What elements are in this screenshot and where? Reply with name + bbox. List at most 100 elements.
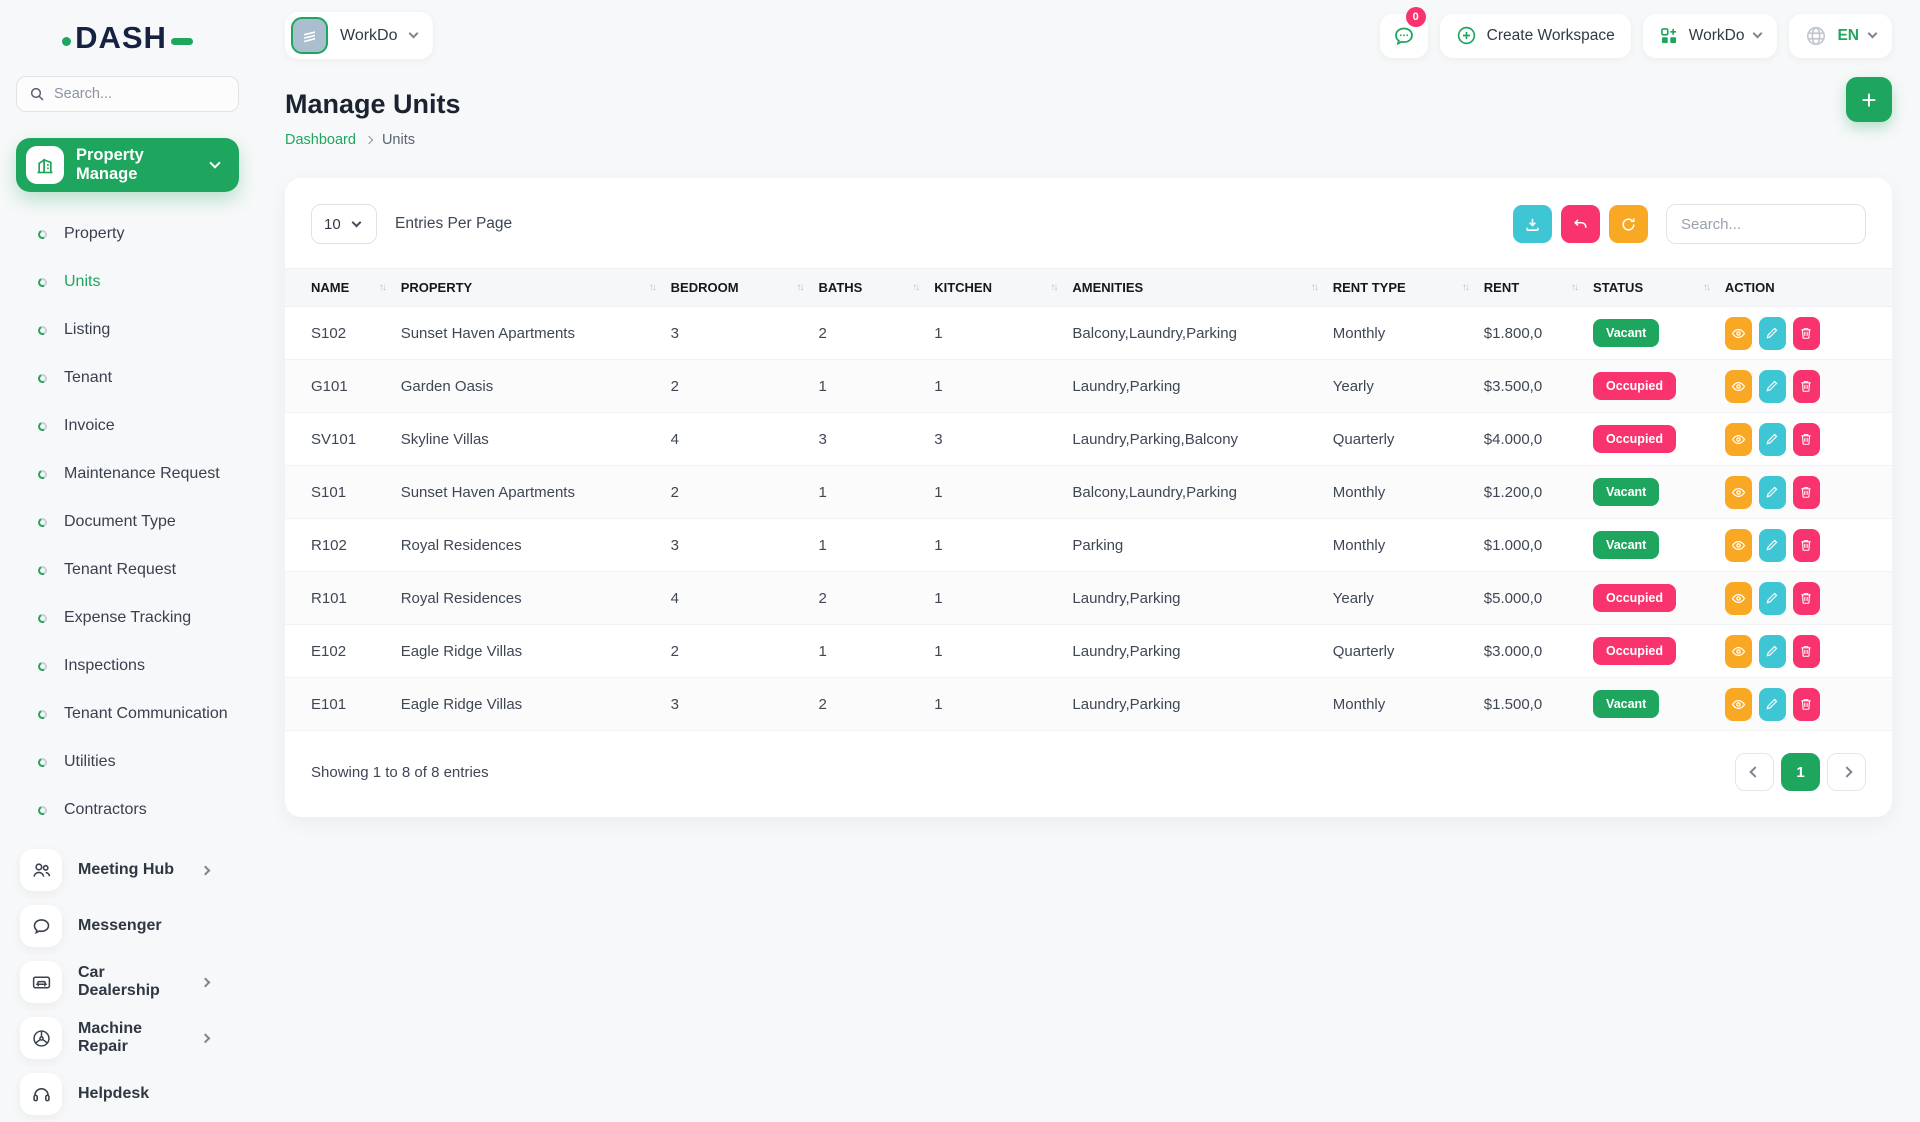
pagination-page-1-button[interactable]: 1	[1781, 753, 1820, 791]
edit-button[interactable]	[1759, 423, 1786, 456]
sidebar-module-helpdesk[interactable]: Helpdesk	[16, 1066, 239, 1122]
add-unit-button[interactable]: +	[1846, 77, 1892, 122]
delete-button[interactable]	[1793, 317, 1820, 350]
delete-button[interactable]	[1793, 370, 1820, 403]
trash-icon	[1799, 485, 1813, 499]
language-selector[interactable]: EN	[1789, 14, 1892, 58]
workspace-avatar	[291, 17, 328, 54]
delete-button[interactable]	[1793, 635, 1820, 668]
edit-button[interactable]	[1759, 370, 1786, 403]
cell-kitchen: 1	[934, 625, 1072, 678]
column-label: PROPERTY	[401, 280, 473, 295]
create-workspace-button[interactable]: Create Workspace	[1440, 14, 1631, 58]
cell-baths: 1	[819, 519, 935, 572]
sidebar-item-tenant[interactable]: Tenant	[16, 354, 239, 402]
messages-button[interactable]: 0	[1380, 14, 1428, 58]
column-header-rent[interactable]: RENT↑↓	[1484, 269, 1593, 307]
sort-icon[interactable]: ↑↓	[1571, 282, 1577, 293]
edit-button[interactable]	[1759, 635, 1786, 668]
cell-bedroom: 3	[671, 307, 819, 360]
status-badge: Vacant	[1593, 690, 1659, 718]
pagination-next-button[interactable]	[1827, 753, 1866, 791]
view-button[interactable]	[1725, 582, 1752, 615]
sidebar-item-contractors[interactable]: Contractors	[16, 786, 239, 834]
view-button[interactable]	[1725, 635, 1752, 668]
sidebar-module-property-manage[interactable]: Property Manage	[16, 138, 239, 192]
sort-icon[interactable]: ↑↓	[1703, 282, 1709, 293]
sidebar-item-maintenance-request[interactable]: Maintenance Request	[16, 450, 239, 498]
delete-button[interactable]	[1793, 423, 1820, 456]
workdo-app-menu[interactable]: WorkDo	[1643, 14, 1778, 58]
column-label: RENT TYPE	[1333, 280, 1406, 295]
sidebar-item-utilities[interactable]: Utilities	[16, 738, 239, 786]
view-button[interactable]	[1725, 317, 1752, 350]
status-badge: Occupied	[1593, 637, 1676, 665]
view-button[interactable]	[1725, 476, 1752, 509]
sidebar-module-meeting-hub[interactable]: Meeting Hub	[16, 842, 239, 898]
cell-action	[1725, 307, 1892, 360]
column-label: KITCHEN	[934, 280, 992, 295]
delete-button[interactable]	[1793, 529, 1820, 562]
sidebar-module-label: Property Manage	[76, 146, 199, 184]
sort-icon[interactable]: ↑↓	[379, 282, 385, 293]
sidebar-search-input[interactable]	[54, 86, 226, 102]
breadcrumb-dashboard-link[interactable]: Dashboard	[285, 132, 356, 148]
sidebar-module-car-dealership[interactable]: Car Dealership	[16, 954, 239, 1010]
sort-icon[interactable]: ↑↓	[649, 282, 655, 293]
eye-icon	[1731, 432, 1746, 447]
sort-icon[interactable]: ↑↓	[1462, 282, 1468, 293]
undo-button[interactable]	[1561, 205, 1600, 243]
sidebar-item-invoice[interactable]: Invoice	[16, 402, 239, 450]
column-header-amenities[interactable]: AMENITIES↑↓	[1072, 269, 1332, 307]
edit-button[interactable]	[1759, 317, 1786, 350]
status-badge: Vacant	[1593, 531, 1659, 559]
delete-button[interactable]	[1793, 582, 1820, 615]
sidebar-module-machine-repair[interactable]: Machine Repair	[16, 1010, 239, 1066]
column-header-kitchen[interactable]: KITCHEN ↑↓	[934, 269, 1072, 307]
edit-button[interactable]	[1759, 582, 1786, 615]
cell-rent-type: Monthly	[1333, 519, 1484, 572]
view-button[interactable]	[1725, 423, 1752, 456]
cell-baths: 3	[819, 413, 935, 466]
edit-button[interactable]	[1759, 688, 1786, 721]
view-button[interactable]	[1725, 529, 1752, 562]
sort-icon[interactable]: ↑↓	[1050, 282, 1056, 293]
view-button[interactable]	[1725, 688, 1752, 721]
cell-bedroom: 3	[671, 519, 819, 572]
delete-button[interactable]	[1793, 476, 1820, 509]
refresh-button[interactable]	[1609, 205, 1648, 243]
table-row-r101: R101Royal Residences421Laundry,ParkingYe…	[285, 572, 1892, 625]
view-button[interactable]	[1725, 370, 1752, 403]
logo-dash	[171, 38, 193, 45]
column-header-rent-type[interactable]: RENT TYPE ↑↓	[1333, 269, 1484, 307]
column-header-name[interactable]: NAME↑↓	[285, 269, 401, 307]
sidebar-item-document-type[interactable]: Document Type	[16, 498, 239, 546]
entries-per-page-select[interactable]: 10	[311, 204, 377, 244]
sidebar-item-units[interactable]: Units	[16, 258, 239, 306]
edit-button[interactable]	[1759, 476, 1786, 509]
delete-button[interactable]	[1793, 688, 1820, 721]
pagination-prev-button[interactable]	[1735, 753, 1774, 791]
sidebar-item-listing[interactable]: Listing	[16, 306, 239, 354]
column-header-bedroom[interactable]: BEDROOM↑↓	[671, 269, 819, 307]
cell-rent: $4.000,0	[1484, 413, 1593, 466]
sidebar-item-inspections[interactable]: Inspections	[16, 642, 239, 690]
sidebar-item-tenant-request[interactable]: Tenant Request	[16, 546, 239, 594]
export-download-button[interactable]	[1513, 205, 1552, 243]
sidebar-item-expense-tracking[interactable]: Expense Tracking	[16, 594, 239, 642]
cell-name: G101	[285, 360, 401, 413]
edit-button[interactable]	[1759, 529, 1786, 562]
sort-icon[interactable]: ↑↓	[797, 282, 803, 293]
sidebar-item-property[interactable]: Property	[16, 210, 239, 258]
column-header-status[interactable]: STATUS↑↓	[1593, 269, 1725, 307]
sidebar-module-messenger[interactable]: Messenger	[16, 898, 239, 954]
workspace-selector[interactable]: WorkDo	[285, 12, 433, 59]
units-table-card: 10 Entries Per Page	[285, 178, 1892, 817]
column-header-property[interactable]: PROPERTY ↑↓	[401, 269, 671, 307]
sort-icon[interactable]: ↑↓	[912, 282, 918, 293]
sidebar-item-tenant-communication[interactable]: Tenant Communication	[16, 690, 239, 738]
sidebar-search[interactable]	[16, 76, 239, 112]
sort-icon[interactable]: ↑↓	[1311, 282, 1317, 293]
column-header-baths[interactable]: BATHS↑↓	[819, 269, 935, 307]
table-search-input[interactable]	[1666, 204, 1866, 244]
